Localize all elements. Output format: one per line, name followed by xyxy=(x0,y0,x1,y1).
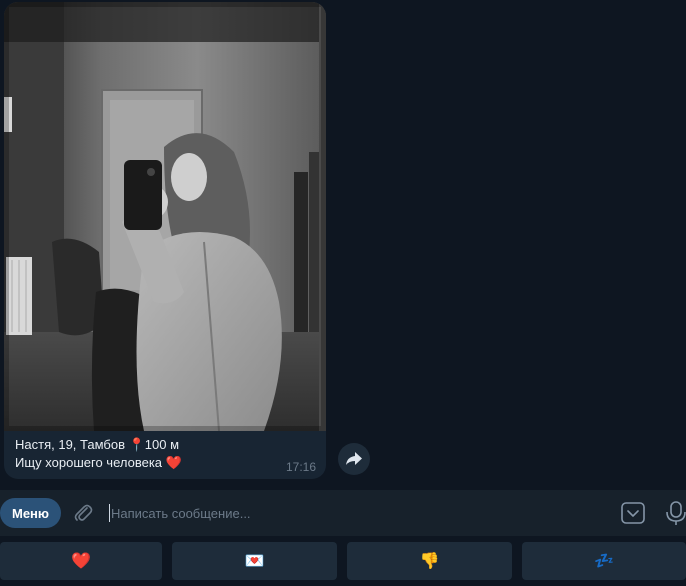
paperclip-icon[interactable] xyxy=(72,502,94,524)
caption-bio-text: Ищу хорошего человека xyxy=(15,455,166,470)
reply-keyboard: ❤️ 💌 👎 💤 xyxy=(0,536,686,586)
share-button[interactable] xyxy=(338,443,370,475)
reply-button-love-letter[interactable]: 💌 xyxy=(172,542,337,580)
photo-message-bubble[interactable]: Настя, 19, Тамбов 📍100 м Ищу хорошего че… xyxy=(4,2,326,479)
profile-photo[interactable] xyxy=(4,2,326,431)
menu-button[interactable]: Меню xyxy=(0,498,61,528)
microphone-icon[interactable] xyxy=(664,500,686,526)
telegram-chat-window: Настя, 19, Тамбов 📍100 м Ищу хорошего че… xyxy=(0,0,686,586)
caption-profile-info: Настя, 19, Тамбов 📍100 м xyxy=(15,437,180,452)
message-input-bar: Меню xyxy=(0,490,686,536)
message-time: 17:16 xyxy=(285,460,316,474)
thumbs-down-emoji-label: 👎 xyxy=(419,553,440,570)
chat-area: Настя, 19, Тамбов 📍100 м Ищу хорошего че… xyxy=(0,0,686,490)
text-cursor xyxy=(109,504,110,522)
sleep-emoji-label: 💤 xyxy=(594,553,614,570)
reply-button-heart[interactable]: ❤️ xyxy=(0,542,162,580)
reply-button-sleep[interactable]: 💤 xyxy=(522,542,686,580)
message-input[interactable] xyxy=(111,502,591,524)
caption-bio: Ищу хорошего человека ❤️ xyxy=(15,455,182,471)
heart-emoji: ❤️ xyxy=(165,455,182,470)
love-letter-emoji-label: 💌 xyxy=(244,553,265,570)
keyboard-toggle-icon[interactable] xyxy=(620,501,646,525)
share-arrow-icon xyxy=(346,452,362,465)
heart-emoji-label: ❤️ xyxy=(71,553,91,570)
reply-button-thumbs-down[interactable]: 👎 xyxy=(347,542,512,580)
